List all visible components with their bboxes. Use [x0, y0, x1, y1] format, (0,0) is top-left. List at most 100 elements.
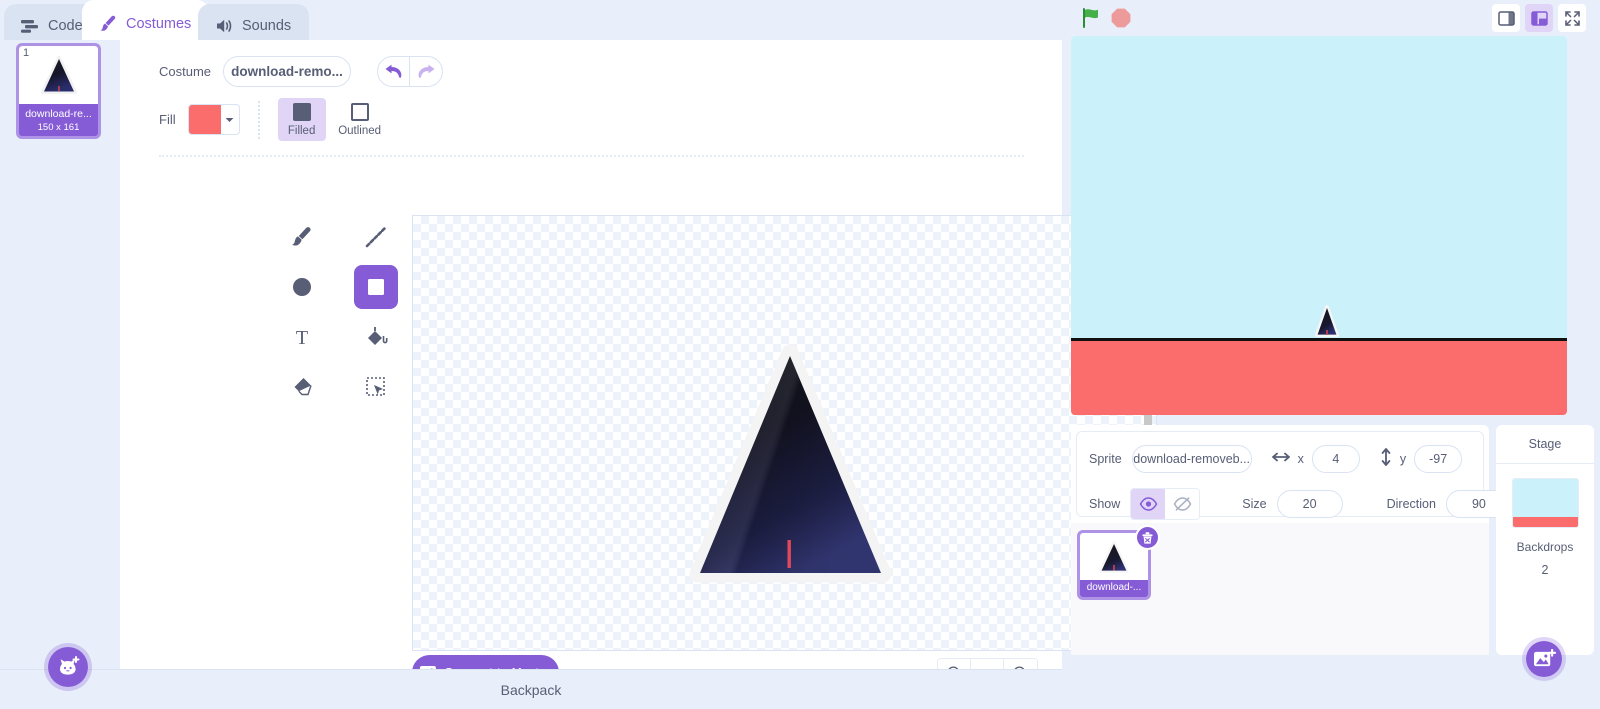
toolbar-bottom-divider — [159, 155, 1024, 157]
tab-sounds-label: Sounds — [242, 18, 292, 34]
stage-pane-divider — [1496, 463, 1594, 464]
sprite-pane: Sprite download-removeb... x 4 y -97 Sho… — [1071, 425, 1512, 655]
speaker-icon — [214, 16, 234, 36]
svg-text:T: T — [296, 327, 308, 349]
rectangle-icon — [368, 279, 384, 295]
brush-icon — [292, 227, 311, 246]
costume-size-label: 150 x 161 — [37, 122, 80, 133]
stage-backdrop-ground — [1071, 341, 1567, 415]
sprite-list: download-... — [1071, 523, 1489, 655]
eye-icon — [1139, 497, 1158, 511]
fill-mode-filled-button[interactable]: Filled — [277, 98, 326, 141]
stage-selector-pane: Stage Backdrops 2 — [1496, 425, 1594, 681]
add-backdrop-button[interactable] — [1522, 637, 1566, 681]
size-label: Size — [1242, 497, 1267, 511]
show-visible-button[interactable] — [1131, 489, 1166, 519]
chevron-down-icon — [221, 117, 239, 123]
costume-field-label: Costume — [159, 64, 212, 79]
fill-color-chip — [188, 105, 221, 134]
x-label: x — [1297, 452, 1304, 466]
stage-backdrop-sky — [1071, 36, 1567, 338]
fill-color-swatch[interactable] — [187, 104, 240, 135]
line-icon — [365, 226, 387, 248]
direction-label: Direction — [1386, 497, 1436, 511]
filled-square-icon — [292, 103, 311, 121]
tab-code-label: Code — [48, 18, 83, 34]
eye-slash-icon — [1173, 497, 1192, 511]
fullscreen-icon — [1564, 10, 1580, 26]
select-icon — [366, 377, 385, 396]
horizontal-arrows-icon — [1271, 450, 1290, 468]
show-label: Show — [1089, 497, 1121, 511]
large-stage-button[interactable] — [1525, 4, 1553, 32]
tool-brush[interactable] — [280, 215, 324, 259]
show-hidden-button[interactable] — [1165, 489, 1200, 519]
large-stage-icon — [1530, 10, 1548, 26]
backpack-bar[interactable]: Backpack — [0, 669, 1062, 709]
stage-size-controls — [1492, 4, 1586, 32]
sprite-info-panel: Sprite download-removeb... x 4 y -97 Sho… — [1076, 431, 1512, 520]
y-input[interactable]: -97 — [1414, 445, 1463, 473]
eraser-icon — [294, 378, 312, 396]
tool-eraser[interactable] — [280, 365, 324, 409]
add-costume-button[interactable] — [44, 643, 92, 691]
green-flag-icon — [1083, 8, 1098, 28]
undo-button[interactable] — [377, 56, 411, 87]
backdrops-label: Backdrops — [1516, 540, 1574, 554]
paint-canvas[interactable] — [412, 215, 1157, 651]
tool-text[interactable]: T — [280, 315, 324, 359]
sprite-name-input[interactable]: download-removeb... — [1131, 445, 1252, 473]
text-icon: T — [296, 327, 308, 349]
costume-list-panel: 1 download-re... 150 x 161 — [0, 40, 143, 691]
green-flag-button[interactable] — [1080, 7, 1104, 34]
tool-select[interactable] — [354, 365, 398, 409]
trash-icon — [1142, 531, 1153, 544]
paintbrush-icon — [98, 14, 118, 34]
outlined-square-icon — [350, 103, 369, 121]
backpack-label: Backpack — [500, 681, 562, 698]
sprite-tile-label: download-... — [1086, 582, 1142, 593]
image-plus-icon — [1533, 648, 1556, 666]
right-bottom-area — [1062, 655, 1600, 709]
size-input[interactable]: 20 — [1276, 490, 1343, 518]
stop-sign-icon — [1111, 8, 1131, 28]
paint-editor: Costume download-remo... Fill Filled Out… — [120, 40, 1157, 690]
tool-fill-bucket[interactable] — [354, 315, 398, 359]
paint-toolbar: Costume download-remo... Fill Filled Out… — [120, 40, 1062, 158]
tool-circle[interactable] — [280, 265, 324, 309]
fullscreen-button[interactable] — [1558, 4, 1586, 32]
stop-button[interactable] — [1110, 7, 1132, 34]
x-input[interactable]: 4 — [1311, 445, 1360, 473]
y-label: y — [1399, 452, 1407, 466]
backdrops-count: 2 — [1541, 563, 1549, 577]
costume-artwork — [689, 344, 892, 583]
fill-mode-outlined-button[interactable]: Outlined — [336, 98, 384, 141]
tool-rectangle[interactable] — [354, 265, 398, 309]
costume-list-item[interactable]: 1 download-re... 150 x 161 — [16, 43, 101, 139]
stage[interactable] — [1071, 36, 1567, 415]
costume-name-input[interactable]: download-remo... — [223, 56, 352, 87]
delete-sprite-button[interactable] — [1135, 525, 1160, 550]
tool-line[interactable] — [354, 215, 398, 259]
small-stage-button[interactable] — [1492, 4, 1520, 32]
costume-name-label: download-re... — [25, 108, 92, 120]
filled-label: Filled — [287, 125, 316, 137]
tab-costumes-label: Costumes — [126, 16, 192, 32]
costume-thumbnail — [19, 46, 98, 104]
backdrop-ground — [1512, 517, 1578, 527]
cat-plus-icon — [60, 656, 80, 675]
undo-arrow-icon — [385, 64, 402, 78]
fill-bucket-icon — [368, 327, 388, 345]
redo-button[interactable] — [410, 56, 444, 87]
backdrop-thumbnail[interactable] — [1511, 478, 1579, 528]
sprite-field-label: Sprite — [1089, 452, 1122, 466]
redo-arrow-icon — [418, 64, 435, 78]
code-icon — [20, 16, 40, 36]
toolbar-divider — [257, 100, 260, 139]
fill-label: Fill — [159, 112, 176, 127]
vertical-arrows-icon — [1380, 447, 1392, 471]
stage-pane-title: Stage — [1528, 437, 1562, 451]
stage-sprite-triangle[interactable] — [1314, 304, 1340, 338]
costume-index: 1 — [23, 47, 30, 59]
outlined-label: Outlined — [338, 125, 382, 137]
